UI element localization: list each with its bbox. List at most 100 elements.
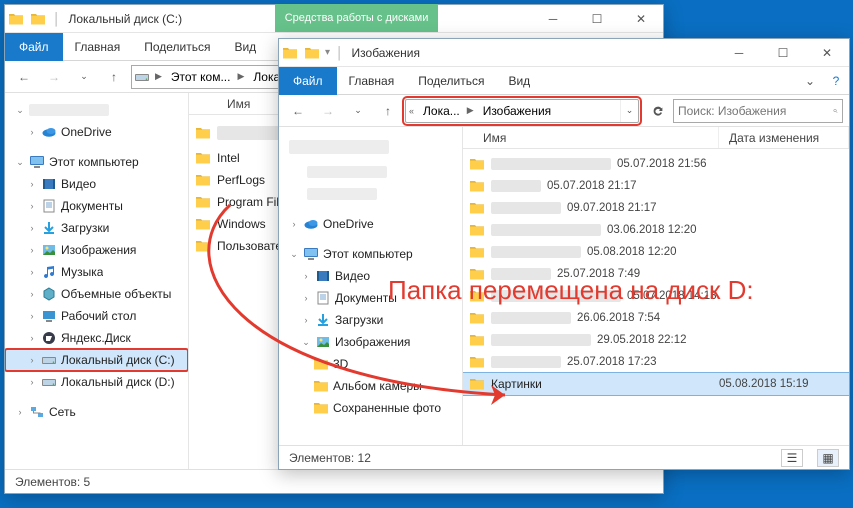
close-button[interactable]: ✕ — [619, 5, 663, 33]
chevron-icon[interactable]: ▶ — [152, 71, 165, 82]
status-bar: Элементов: 12 ☰ ▦ — [279, 445, 849, 469]
sidebar-item-yandexdisk[interactable]: ›Яндекс.Диск — [5, 327, 188, 349]
ribbon-expand-icon[interactable]: ⌄ — [797, 67, 823, 95]
folder-icon — [469, 244, 485, 260]
folder-row[interactable]: 05.07.2018 21:56 — [463, 153, 849, 175]
ribbon-tab-share[interactable]: Поделиться — [406, 67, 496, 95]
sidebar-item-3dobjects[interactable]: ›Объемные объекты — [5, 283, 188, 305]
folder-row[interactable]: 09.07.2018 21:17 — [463, 197, 849, 219]
sidebar-item-thispc[interactable]: ⌄Этот компьютер — [279, 243, 462, 265]
breadcrumb[interactable]: Лока... — [417, 100, 464, 122]
folder-row[interactable]: 25.07.2018 7:49 — [463, 263, 849, 285]
sidebar-item-pictures[interactable]: ›Изображения — [5, 239, 188, 261]
ribbon-tab-view[interactable]: Вид — [496, 67, 542, 95]
breadcrumb[interactable]: Изобажения — [477, 100, 555, 122]
search-icon — [833, 104, 838, 118]
up-button[interactable]: ↑ — [101, 64, 127, 90]
recent-button[interactable]: ⌄ — [345, 98, 371, 124]
breadcrumb[interactable]: Этот ком... — [165, 66, 235, 88]
sidebar-item-onedrive[interactable]: ›OneDrive — [279, 213, 462, 235]
ribbon-tab-view[interactable]: Вид — [222, 33, 268, 61]
close-button[interactable]: ✕ — [805, 39, 849, 67]
sidebar-item-drive-d[interactable]: ›Локальный диск (D:) — [5, 371, 188, 393]
sidebar-item-documents[interactable]: ›Документы — [5, 195, 188, 217]
disk-tools-tab[interactable]: Средства работы с дисками — [275, 4, 439, 32]
folder-row[interactable]: 03.06.2018 12:20 — [463, 219, 849, 241]
chevron-icon[interactable]: ▶ — [464, 105, 477, 116]
view-details-button[interactable]: ☰ — [781, 449, 803, 467]
computer-icon — [303, 246, 319, 262]
refresh-button[interactable] — [647, 100, 669, 122]
help-icon[interactable]: ? — [823, 67, 849, 95]
3d-icon — [41, 286, 57, 302]
maximize-button[interactable]: ☐ — [761, 39, 805, 67]
view-icons-button[interactable]: ▦ — [817, 449, 839, 467]
folder-row[interactable]: 05.07.2018 21:17 — [463, 175, 849, 197]
sidebar-item-downloads[interactable]: ›Загрузки — [5, 217, 188, 239]
sidebar-item-network[interactable]: ›Сеть — [5, 401, 188, 423]
sidebar-item-music[interactable]: ›Музыка — [5, 261, 188, 283]
quick-access[interactable]: ⌄ — [5, 99, 188, 121]
nav-pane: ⌄ ›OneDrive ⌄Этот компьютер ›Видео ›Доку… — [5, 93, 189, 469]
folder-row[interactable]: 26.06.2018 7:54 — [463, 307, 849, 329]
sidebar-item-videos[interactable]: ›Видео — [279, 265, 462, 287]
refresh-icon — [651, 104, 665, 118]
quick-access-item[interactable] — [279, 133, 462, 161]
sidebar-item-pictures[interactable]: ⌄Изображения — [279, 331, 462, 353]
folder-icon — [195, 172, 211, 188]
ribbon-tab-share[interactable]: Поделиться — [132, 33, 222, 61]
titlebar[interactable]: │ Локальный диск (C:) Средства работы с … — [5, 5, 663, 33]
file-tab[interactable]: Файл — [5, 33, 63, 61]
chevron-icon[interactable]: « — [406, 106, 417, 116]
address-bar: ← → ⌄ ↑ « Лока... ▶ Изобажения ⌄ — [279, 95, 849, 127]
file-listing[interactable]: 05.07.2018 21:56 05.07.2018 21:17 09.07.… — [463, 149, 849, 445]
sidebar-item-downloads[interactable]: ›Загрузки — [279, 309, 462, 331]
back-button[interactable]: ← — [11, 64, 37, 90]
folder-row[interactable]: 25.07.2018 17:23 — [463, 351, 849, 373]
video-icon — [41, 176, 57, 192]
drive-icon — [134, 69, 150, 85]
forward-button[interactable]: → — [41, 64, 67, 90]
sidebar-item-documents[interactable]: ›Документы — [279, 287, 462, 309]
ribbon-tab-home[interactable]: Главная — [63, 33, 133, 61]
folder-row[interactable]: 29.05.2018 22:12 — [463, 329, 849, 351]
quick-access-item[interactable] — [279, 161, 462, 183]
drive-icon — [41, 374, 57, 390]
sidebar-item-thispc[interactable]: ⌄Этот компьютер — [5, 151, 188, 173]
minimize-button[interactable]: ─ — [531, 5, 575, 33]
sidebar-item-pic-sub[interactable]: Альбом камеры — [279, 375, 462, 397]
column-date[interactable]: Дата изменения — [719, 127, 849, 148]
folder-row-selected[interactable]: Картинки05.08.2018 15:19 — [463, 373, 849, 395]
address-box[interactable]: « Лока... ▶ Изобажения ⌄ — [405, 99, 639, 123]
recent-button[interactable]: ⌄ — [71, 64, 97, 90]
folder-row[interactable]: 05.07.2018 14:13 — [463, 285, 849, 307]
sidebar-item-pic-sub[interactable]: 3D — [279, 353, 462, 375]
net-icon — [29, 404, 45, 420]
folder-icon — [313, 356, 329, 372]
maximize-button[interactable]: ☐ — [575, 5, 619, 33]
sidebar-item-drive-c[interactable]: ›Локальный диск (C:) — [5, 349, 188, 371]
folder-icon — [469, 156, 485, 172]
window-title: Локальный диск (C:) — [69, 12, 183, 26]
folder-row[interactable]: 05.08.2018 12:20 — [463, 241, 849, 263]
sidebar-item-desktop[interactable]: ›Рабочий стол — [5, 305, 188, 327]
sidebar-item-videos[interactable]: ›Видео — [5, 173, 188, 195]
forward-button[interactable]: → — [315, 98, 341, 124]
minimize-button[interactable]: ─ — [717, 39, 761, 67]
sidebar-item-pic-sub[interactable]: Сохраненные фото — [279, 397, 462, 419]
search-box[interactable] — [673, 99, 843, 123]
sidebar-item-onedrive[interactable]: ›OneDrive — [5, 121, 188, 143]
address-dd-icon[interactable]: ⌄ — [620, 100, 638, 122]
back-button[interactable]: ← — [285, 98, 311, 124]
qat-chevron-icon[interactable]: ▾ — [325, 47, 330, 58]
titlebar[interactable]: ▾ │ Изобажения ─ ☐ ✕ — [279, 39, 849, 67]
search-input[interactable] — [678, 104, 833, 118]
column-name[interactable]: Имя — [473, 127, 719, 148]
ribbon-tab-home[interactable]: Главная — [337, 67, 407, 95]
quick-access-item[interactable] — [279, 183, 462, 205]
file-tab[interactable]: Файл — [279, 67, 337, 95]
ribbon: Файл Главная Поделиться Вид ⌄ ? — [279, 67, 849, 95]
column-header[interactable]: Имя Дата изменения — [463, 127, 849, 149]
up-button[interactable]: ↑ — [375, 98, 401, 124]
chevron-icon[interactable]: ▶ — [234, 71, 247, 82]
